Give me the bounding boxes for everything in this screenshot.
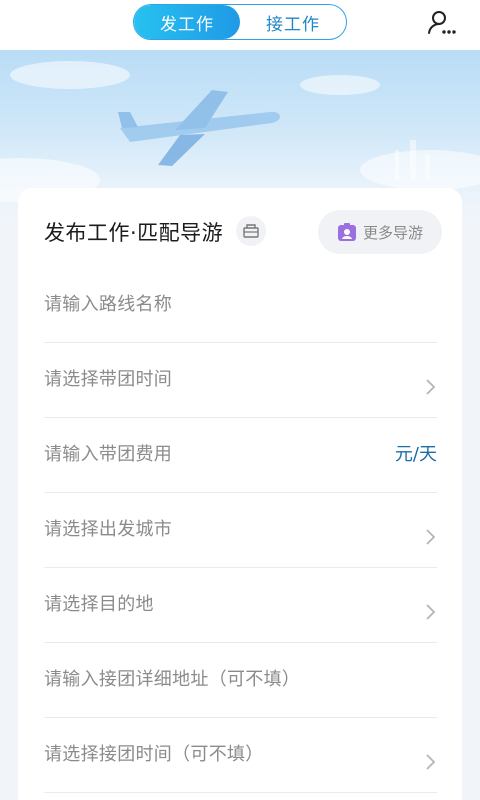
destination-select[interactable]: 请选择目的地 (44, 568, 437, 643)
departure-city-select[interactable]: 请选择出发城市 (44, 493, 437, 568)
chevron-right-icon (426, 754, 436, 770)
departure-city-placeholder: 请选择出发城市 (44, 519, 173, 540)
chevron-right-icon (426, 604, 436, 620)
form-title: 发布工作·匹配导游 (44, 221, 224, 245)
user-more-button[interactable] (424, 8, 460, 38)
destination-placeholder: 请选择目的地 (44, 594, 154, 615)
guide-badge-icon (337, 223, 356, 241)
pickup-time-select[interactable]: 请选择接团时间（可不填） (44, 718, 437, 793)
tour-fee-field[interactable]: 请输入带团费用 元/天 (44, 418, 437, 493)
pickup-address-field[interactable]: 请输入接团详细地址（可不填） (44, 643, 437, 718)
post-work-form: 发布工作·匹配导游 更多导游 请输入路线名称 请选择带团时间 请输入带团费用 元… (18, 188, 462, 800)
pickup-address-placeholder: 请输入接团详细地址（可不填） (44, 669, 301, 690)
route-name-placeholder: 请输入路线名称 (44, 294, 173, 315)
more-guides-button[interactable]: 更多导游 (318, 210, 442, 254)
tour-time-placeholder: 请选择带团时间 (44, 369, 173, 390)
chevron-right-icon (426, 529, 436, 545)
pickup-time-placeholder: 请选择接团时间（可不填） (44, 744, 264, 765)
more-guides-label: 更多导游 (362, 223, 423, 242)
basket-icon (243, 224, 259, 238)
tab-post-work[interactable]: 发工作 (134, 5, 240, 39)
chevron-right-icon (426, 379, 436, 395)
work-mode-switch: 发工作 接工作 (133, 4, 347, 40)
user-more-icon (428, 11, 456, 34)
fee-unit-label: 元/天 (394, 444, 437, 465)
tour-fee-placeholder: 请输入带团费用 (44, 444, 173, 465)
clear-button[interactable] (236, 216, 266, 246)
top-bar: 发工作 接工作 (0, 0, 480, 50)
tour-time-select[interactable]: 请选择带团时间 (44, 343, 437, 418)
route-name-field[interactable]: 请输入路线名称 (44, 268, 437, 343)
tab-accept-work[interactable]: 接工作 (240, 5, 346, 39)
